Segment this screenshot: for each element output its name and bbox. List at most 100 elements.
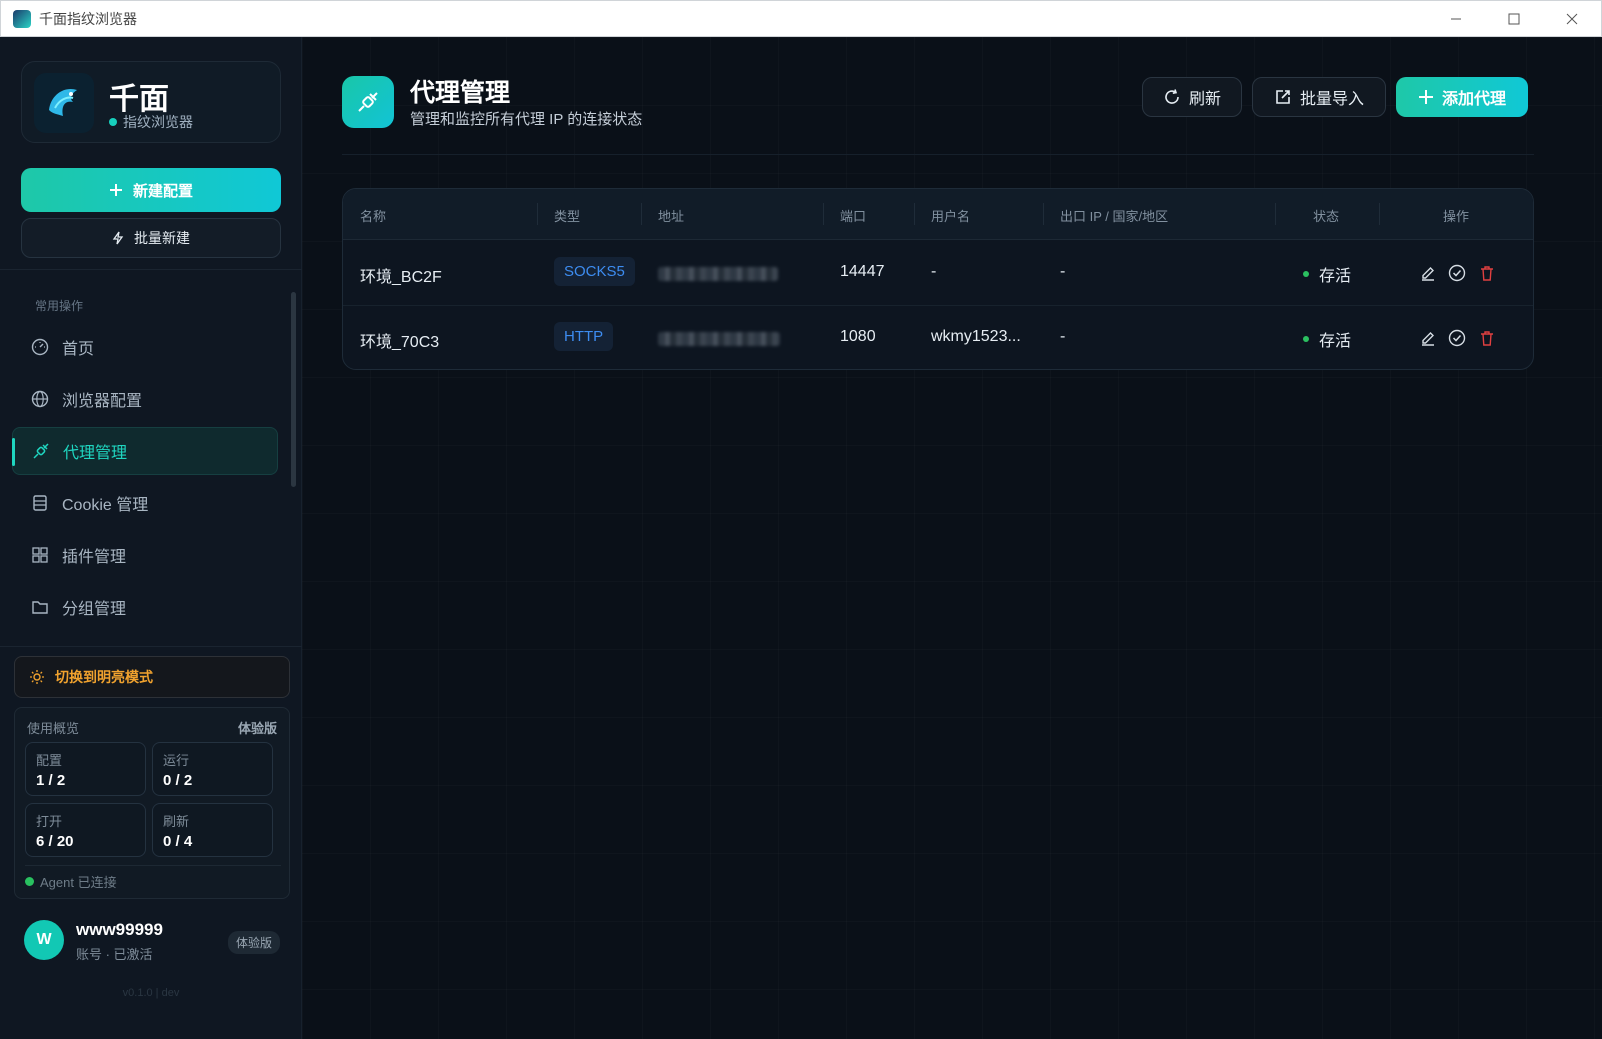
column-separator	[1275, 203, 1276, 225]
batch-new-label: 批量新建	[134, 230, 190, 246]
cell-name: 环境_BC2F	[360, 269, 442, 286]
status-badge: 存活	[1303, 327, 1351, 351]
header-divider	[342, 154, 1534, 155]
agent-status-text: Agent 已连接	[40, 875, 117, 890]
status-dot	[1303, 336, 1309, 342]
check-circle-icon[interactable]	[1447, 328, 1467, 348]
address-redacted	[658, 332, 780, 346]
user-status: 账号 · 已激活	[76, 947, 153, 962]
minimize-button[interactable]	[1427, 1, 1485, 37]
delete-icon[interactable]	[1477, 263, 1497, 283]
column-header-username: 用户名	[931, 209, 971, 224]
refresh-icon	[1163, 88, 1181, 106]
status-text: 存活	[1319, 268, 1352, 285]
brand-subtitle: 指纹浏览器	[109, 112, 193, 132]
usage-plan: 体验版	[237, 721, 277, 736]
stat-configs: 配置 1 / 2	[25, 742, 146, 796]
window-title: 千面指纹浏览器	[39, 10, 137, 27]
proxy-table: 名称 类型 地址 端口 用户名 出口 IP / 国家/地区 状态 操作 环境_B…	[342, 188, 1534, 370]
plug-icon	[342, 76, 394, 128]
sidebar-item-label: 浏览器配置	[62, 393, 143, 410]
stat-label: 运行	[163, 753, 190, 768]
sidebar-item-label: 插件管理	[62, 549, 127, 566]
new-config-button[interactable]: 新建配置	[21, 168, 281, 212]
check-circle-icon[interactable]	[1447, 263, 1467, 283]
batch-new-button[interactable]: 批量新建	[21, 218, 281, 258]
column-separator	[537, 203, 538, 225]
stat-label: 刷新	[163, 814, 190, 829]
table-row[interactable]: 环境_BC2F SOCKS5 14447 - - 存活	[343, 241, 1533, 306]
globe-icon	[30, 389, 50, 409]
add-proxy-button[interactable]: 添加代理	[1396, 77, 1528, 117]
app-version: v0.1.0 | dev	[122, 987, 180, 999]
cell-port: 1080	[840, 328, 876, 345]
cookie-icon	[30, 493, 50, 513]
plug-icon	[31, 441, 51, 461]
close-button[interactable]	[1543, 1, 1601, 37]
stat-value: 0 / 2	[163, 772, 193, 789]
user-name: www99999	[76, 920, 163, 939]
batch-import-label: 批量导入	[1299, 91, 1364, 108]
folder-icon	[30, 597, 50, 617]
sidebar-item-proxy[interactable]: 代理管理	[12, 427, 278, 475]
user-profile[interactable]: W www99999 账号 · 已激活 体验版	[24, 918, 280, 964]
stat-value: 1 / 2	[36, 772, 66, 789]
plus-icon	[109, 184, 122, 196]
brand-subtitle-text: 指纹浏览器	[123, 114, 193, 130]
brand-card: 千面 指纹浏览器	[21, 61, 281, 143]
maximize-button[interactable]	[1485, 1, 1543, 37]
stat-refresh: 刷新 0 / 4	[152, 803, 273, 857]
window-controls	[1427, 1, 1601, 37]
cell-username: wkmy1523...	[931, 328, 1021, 345]
sidebar-item-groups[interactable]: 分组管理	[12, 583, 278, 631]
sidebar-item-browser-config[interactable]: 浏览器配置	[12, 375, 278, 423]
cell-name: 环境_70C3	[360, 334, 440, 351]
sidebar-item-label: 代理管理	[63, 445, 128, 462]
edit-icon[interactable]	[1418, 263, 1438, 283]
stat-label: 打开	[36, 814, 63, 829]
refresh-label: 刷新	[1188, 91, 1221, 108]
type-tag: SOCKS5	[554, 257, 635, 286]
window-titlebar: 千面指纹浏览器	[0, 0, 1602, 37]
refresh-button[interactable]: 刷新	[1142, 77, 1242, 117]
agent-status-dot	[25, 877, 34, 886]
column-header-exit-ip: 出口 IP / 国家/地区	[1060, 209, 1169, 224]
table-header: 名称 类型 地址 端口 用户名 出口 IP / 国家/地区 状态 操作	[343, 189, 1533, 240]
table-row[interactable]: 环境_70C3 HTTP 1080 wkmy1523... - 存活	[343, 306, 1533, 369]
delete-icon[interactable]	[1477, 328, 1497, 348]
minimize-icon	[1451, 18, 1461, 20]
batch-import-button[interactable]: 批量导入	[1252, 77, 1386, 117]
column-header-type: 类型	[554, 209, 581, 224]
stat-opened: 打开 6 / 20	[25, 803, 146, 857]
theme-toggle-button[interactable]: 切换到明亮模式	[14, 656, 290, 698]
column-header-actions: 操作	[1443, 209, 1470, 224]
edit-icon[interactable]	[1418, 328, 1438, 348]
sidebar-item-label: Cookie 管理	[62, 497, 149, 514]
stat-label: 配置	[36, 753, 63, 768]
main-content: 代理管理 管理和监控所有代理 IP 的连接状态 刷新 批量导入 添加代理 名称 …	[302, 37, 1602, 1039]
sidebar-item-label: 首页	[62, 341, 95, 358]
online-dot	[109, 118, 117, 126]
page-subtitle: 管理和监控所有代理 IP 的连接状态	[410, 111, 643, 128]
sidebar-item-home[interactable]: 首页	[12, 323, 278, 371]
sidebar-nav: 首页 浏览器配置 代理管理 Cookie 管理 插件管理 分组管理	[12, 323, 278, 635]
column-separator	[1379, 203, 1380, 225]
scrollbar-thumb[interactable]	[291, 292, 296, 487]
cell-exit-ip: -	[1060, 328, 1066, 345]
app-logo-icon	[13, 9, 31, 28]
column-separator	[823, 203, 824, 225]
status-dot	[1303, 271, 1309, 277]
column-separator	[641, 203, 642, 225]
usage-title: 使用概览	[27, 721, 80, 736]
stat-value: 6 / 20	[36, 833, 74, 850]
page-title: 代理管理	[410, 79, 511, 107]
cell-exit-ip: -	[1060, 263, 1066, 280]
sidebar-scrollbar[interactable]	[290, 282, 296, 642]
grid-icon	[30, 545, 50, 565]
plan-badge: 体验版	[227, 931, 280, 954]
sidebar-item-cookie[interactable]: Cookie 管理	[12, 479, 278, 527]
type-tag: HTTP	[554, 322, 614, 351]
usage-divider	[25, 865, 281, 866]
sidebar-item-plugins[interactable]: 插件管理	[12, 531, 278, 579]
status-badge: 存活	[1303, 262, 1351, 286]
